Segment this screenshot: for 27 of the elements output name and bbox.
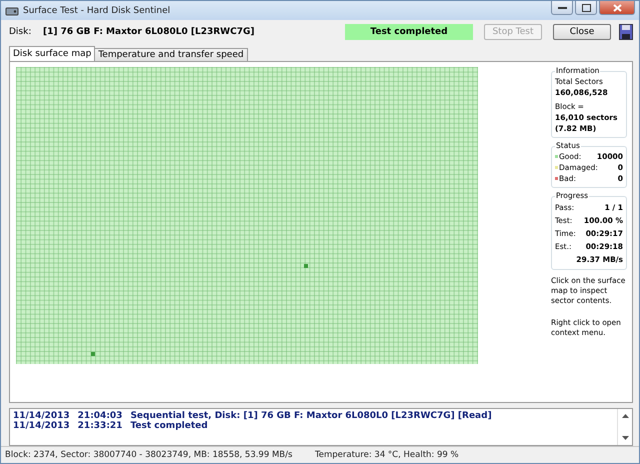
test-status: Test completed bbox=[345, 24, 473, 40]
save-icon[interactable] bbox=[619, 24, 633, 40]
disk-name: [1] 76 GB F: Maxtor 6L080L0 [L23RWC7G] bbox=[43, 26, 256, 37]
window-title: Surface Test - Hard Disk Sentinel bbox=[23, 6, 170, 16]
tab[interactable]: Disk surface map bbox=[9, 46, 96, 61]
maximize-icon bbox=[582, 4, 590, 12]
log-time: 21:04:03 bbox=[78, 411, 122, 422]
log-date: 11/14/2013 bbox=[13, 411, 70, 422]
close-icon bbox=[612, 4, 622, 12]
tab[interactable]: Temperature and transfer speed bbox=[94, 48, 248, 61]
block-marker bbox=[304, 264, 308, 268]
scroll-up-icon[interactable] bbox=[622, 414, 628, 418]
block-marker bbox=[91, 352, 95, 356]
log-time: 21:33:21 bbox=[78, 421, 122, 432]
log-message: Test completed bbox=[130, 421, 208, 432]
status-text: Block: 2374, Sector: 38007740 - 38023749, MB: 18558, 53.99 MB/s bbox=[5, 450, 292, 460]
log-date: 11/14/2013 bbox=[13, 421, 70, 432]
dialog-button[interactable]: Close bbox=[553, 24, 611, 40]
maximize-button[interactable] bbox=[575, 1, 597, 15]
disk-label: Disk: bbox=[9, 26, 32, 37]
log-message: Sequential test, Disk: [1] 76 GB F: Maxtor 6L080L0 [L23RWC7G] [Read] bbox=[130, 411, 492, 422]
scroll-down-icon[interactable] bbox=[622, 436, 628, 440]
minimize-icon bbox=[558, 6, 566, 10]
close-button[interactable] bbox=[599, 1, 635, 15]
minimize-button[interactable] bbox=[551, 1, 573, 15]
status-text: Temperature: 34 °C, Health: 99 % bbox=[314, 450, 460, 460]
scrollbar[interactable] bbox=[617, 409, 632, 445]
